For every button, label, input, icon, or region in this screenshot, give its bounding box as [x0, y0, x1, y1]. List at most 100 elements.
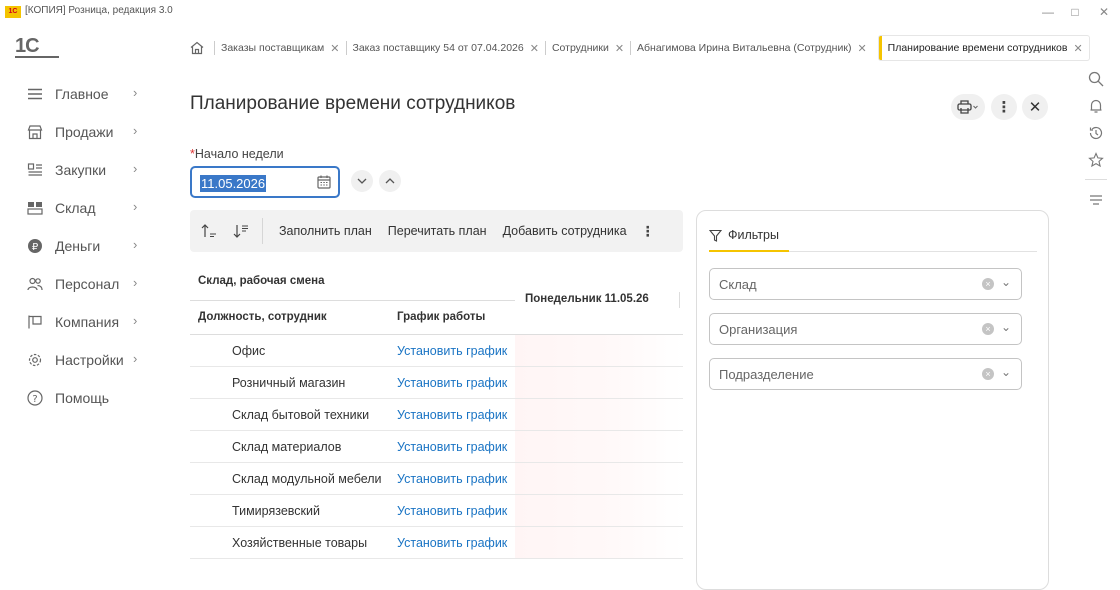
window-titlebar: 1С [КОПИЯ] Розница, редакция 3.0 — □ ✕ — [0, 0, 1120, 24]
previous-week-button[interactable] — [351, 170, 373, 192]
open-tabs-bar: Заказы поставщикам ✕ Заказ поставщику 54… — [186, 34, 1089, 62]
day-cell[interactable] — [515, 527, 683, 558]
search-icon[interactable] — [1083, 65, 1109, 92]
set-schedule-link[interactable]: Установить график — [397, 344, 507, 358]
set-schedule-link[interactable]: Установить график — [397, 504, 507, 518]
filters-panel: Фильтры Склад × ⌄ Организация × ⌄ Подраз… — [696, 210, 1049, 590]
column-header-group[interactable]: Склад, рабочая смена — [198, 275, 324, 287]
row-warehouse-name: Тимирязевский — [232, 504, 320, 518]
close-form-button[interactable]: ✕ — [1022, 94, 1048, 120]
window-close-button[interactable]: ✕ — [1092, 3, 1116, 21]
panel-menu-icon[interactable] — [1083, 186, 1109, 213]
column-header-monday[interactable]: Понедельник 11.05.26 — [525, 293, 649, 305]
clear-icon[interactable]: × — [982, 368, 994, 380]
week-start-label: *Начало недели — [190, 147, 284, 161]
tab-employees[interactable]: Сотрудники ✕ — [544, 41, 630, 55]
day-cell[interactable] — [515, 367, 683, 398]
sidebar-item-help[interactable]: ? Помощь — [0, 379, 165, 417]
day-cell[interactable] — [515, 463, 683, 494]
sidebar-item-warehouse[interactable]: Склад › — [0, 189, 165, 227]
toolbar-more-button[interactable]: ⋮ — [635, 223, 661, 240]
day-cell[interactable] — [515, 335, 683, 366]
calendar-icon[interactable] — [316, 174, 332, 195]
week-start-input[interactable]: 11.05.2026 — [190, 166, 340, 198]
day-cell[interactable] — [515, 399, 683, 430]
tab-close-icon[interactable]: ✕ — [857, 42, 866, 55]
row-warehouse-name: Розничный магазин — [232, 376, 346, 390]
chevron-right-icon: › — [133, 237, 138, 252]
recalc-plan-button[interactable]: Перечитать план — [380, 224, 495, 238]
tab-close-icon[interactable]: ✕ — [330, 42, 339, 55]
set-schedule-link[interactable]: Установить график — [397, 536, 507, 550]
set-schedule-link[interactable]: Установить график — [397, 440, 507, 454]
table-row[interactable]: Склад модульной мебели Установить график — [190, 463, 683, 495]
star-icon[interactable] — [1083, 146, 1109, 173]
set-schedule-link[interactable]: Установить график — [397, 408, 507, 422]
week-start-value: 11.05.2026 — [200, 175, 267, 192]
tab-label: Заказы поставщикам — [221, 42, 325, 54]
day-cell[interactable] — [515, 431, 683, 462]
tab-supplier-order-54[interactable]: Заказ поставщику 54 от 07.04.2026 ✕ — [345, 41, 545, 55]
clear-icon[interactable]: × — [982, 278, 994, 290]
tab-supplier-orders[interactable]: Заказы поставщикам ✕ — [214, 41, 346, 55]
tab-label: Абнагимова Ирина Витальевна (Сотрудник) — [637, 42, 852, 54]
fill-plan-button[interactable]: Заполнить план — [271, 224, 380, 238]
row-warehouse-name: Офис — [232, 344, 266, 358]
minimize-button[interactable]: — — [1036, 3, 1060, 21]
add-employee-button[interactable]: Добавить сотрудника — [495, 224, 635, 238]
brand-logo-text: 1С — [15, 35, 40, 57]
day-cell[interactable] — [515, 495, 683, 526]
tab-close-icon[interactable]: ✕ — [530, 42, 539, 55]
filters-tab-label: Фильтры — [728, 228, 779, 242]
table-row[interactable]: Склад материалов Установить график — [190, 431, 683, 463]
sort-ascending-icon[interactable] — [196, 224, 222, 238]
chevron-down-icon[interactable]: ⌄ — [1001, 365, 1011, 379]
next-week-button[interactable] — [379, 170, 401, 192]
chevron-right-icon: › — [133, 161, 138, 176]
maximize-button[interactable]: □ — [1063, 3, 1087, 21]
clear-icon[interactable]: × — [982, 323, 994, 335]
tab-close-icon[interactable]: ✕ — [1073, 42, 1082, 55]
table-row[interactable]: Офис Установить график — [190, 335, 683, 367]
sidebar-item-label: Помощь — [55, 390, 110, 406]
tab-employee-card[interactable]: Абнагимова Ирина Витальевна (Сотрудник) … — [630, 41, 873, 55]
filters-tab[interactable]: Фильтры — [709, 228, 779, 242]
set-schedule-link[interactable]: Установить график — [397, 376, 507, 390]
sort-descending-icon[interactable] — [228, 224, 254, 238]
table-row[interactable]: Розничный магазин Установить график — [190, 367, 683, 399]
column-header-position[interactable]: Должность, сотрудник — [198, 311, 327, 323]
sidebar-item-main[interactable]: Главное › — [0, 75, 165, 113]
home-icon[interactable] — [186, 37, 208, 59]
table-row[interactable]: Склад бытовой техники Установить график — [190, 399, 683, 431]
sidebar-nav: Главное › Продажи › Закупки › Склад › ₽ … — [0, 75, 165, 417]
table-row[interactable]: Хозяйственные товары Установить график — [190, 527, 683, 559]
row-warehouse-name: Склад материалов — [232, 440, 342, 454]
tab-employee-time-planning[interactable]: Планирование времени сотрудников ✕ — [878, 36, 1089, 60]
print-button[interactable] — [951, 94, 985, 120]
warehouse-filter-field[interactable]: Склад × ⌄ — [709, 268, 1022, 300]
filter-icon — [709, 229, 722, 242]
brand-logo[interactable]: 1С — [15, 35, 59, 58]
app-logo-icon: 1С — [5, 6, 21, 18]
table-toolbar: Заполнить план Перечитать план Добавить … — [190, 210, 683, 252]
bell-icon[interactable] — [1083, 92, 1109, 119]
sidebar-item-company[interactable]: Компания › — [0, 303, 165, 341]
more-actions-button[interactable]: ⋮ — [991, 94, 1017, 120]
sidebar-item-purchases[interactable]: Закупки › — [0, 151, 165, 189]
warehouse-icon — [25, 198, 45, 218]
sidebar-item-money[interactable]: ₽ Деньги › — [0, 227, 165, 265]
history-icon[interactable] — [1083, 119, 1109, 146]
chevron-down-icon[interactable]: ⌄ — [1001, 275, 1011, 289]
sidebar-item-personnel[interactable]: Персонал › — [0, 265, 165, 303]
company-icon — [25, 312, 45, 332]
column-header-schedule[interactable]: График работы — [397, 311, 485, 323]
department-filter-field[interactable]: Подразделение × ⌄ — [709, 358, 1022, 390]
tab-close-icon[interactable]: ✕ — [615, 42, 624, 55]
warehouse-filter-placeholder: Склад — [719, 277, 757, 292]
organization-filter-field[interactable]: Организация × ⌄ — [709, 313, 1022, 345]
chevron-down-icon[interactable]: ⌄ — [1001, 320, 1011, 334]
table-row[interactable]: Тимирязевский Установить график — [190, 495, 683, 527]
sidebar-item-sales[interactable]: Продажи › — [0, 113, 165, 151]
sidebar-item-settings[interactable]: Настройки › — [0, 341, 165, 379]
set-schedule-link[interactable]: Установить график — [397, 472, 507, 486]
